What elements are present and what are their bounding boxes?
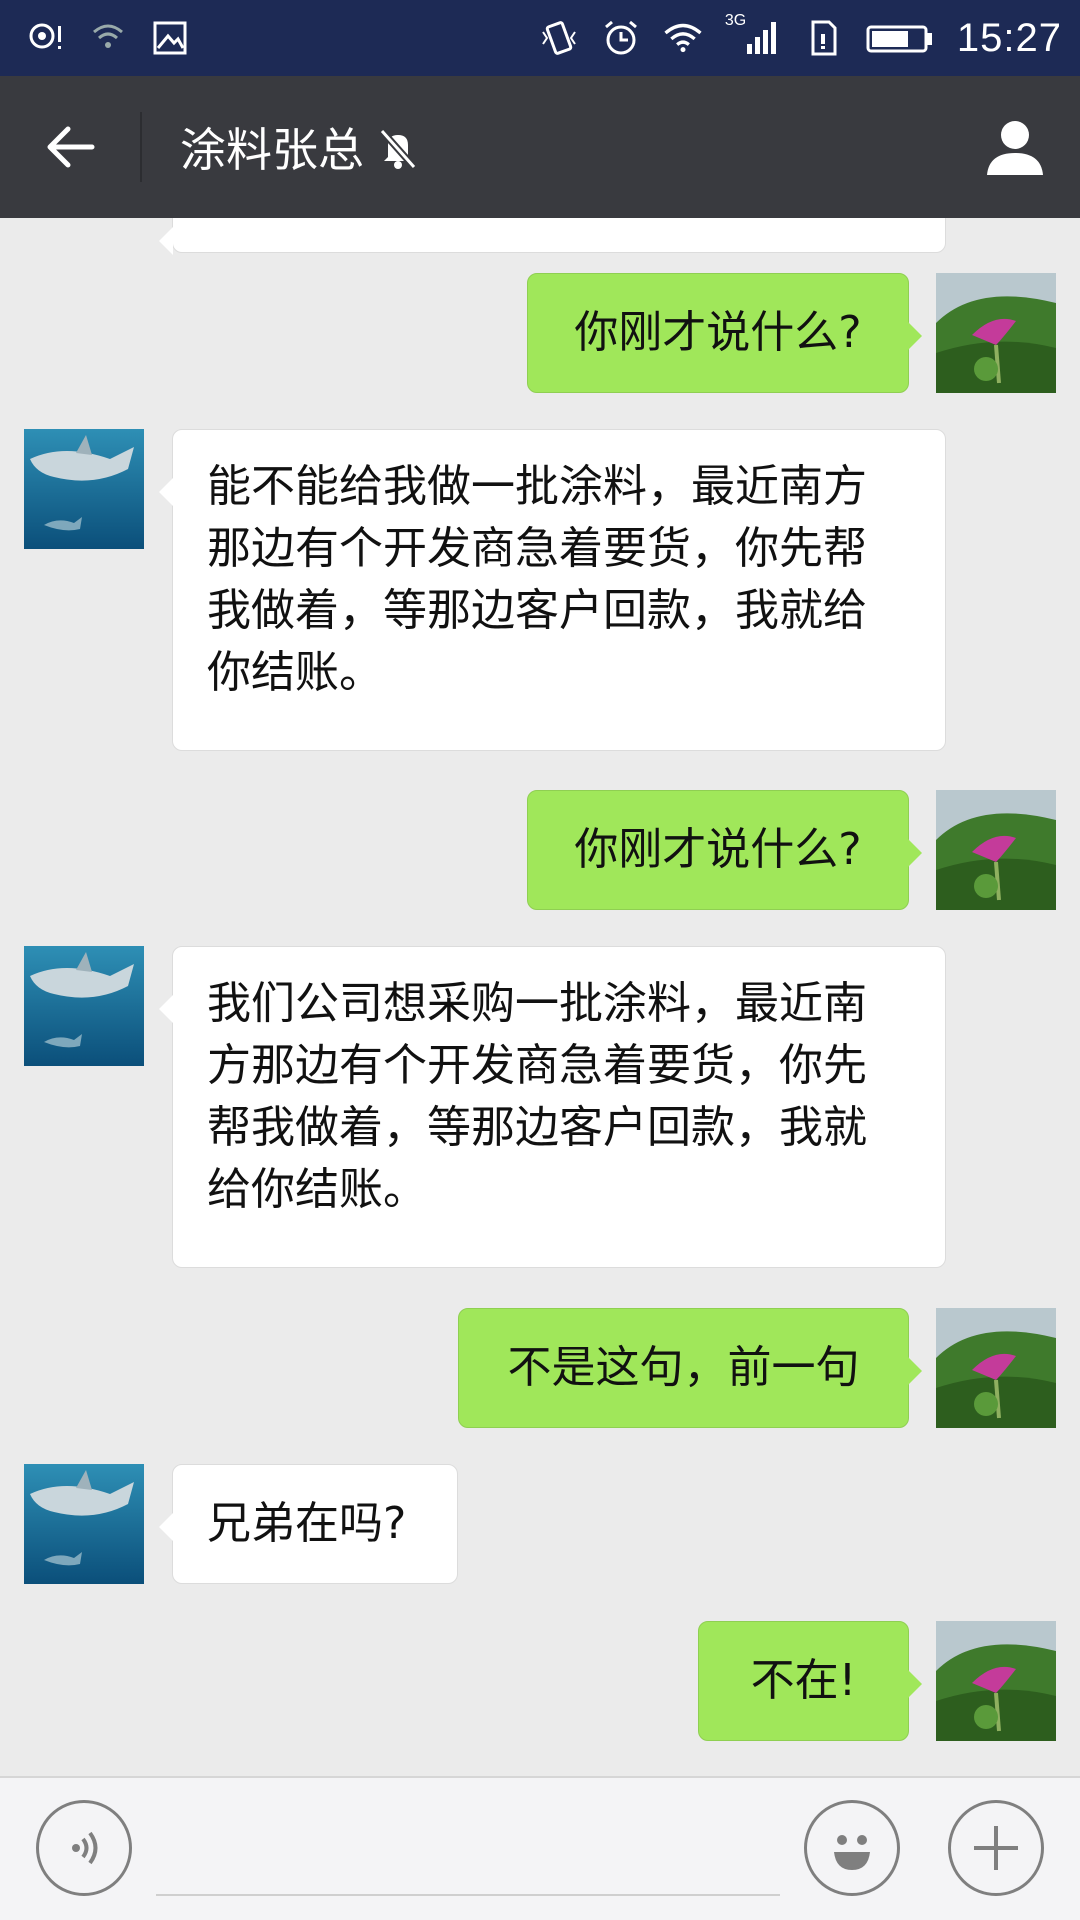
chat-title: 涂料张总 xyxy=(180,123,364,177)
contact-avatar[interactable] xyxy=(24,1464,144,1584)
my-avatar[interactable] xyxy=(936,1621,1056,1741)
clock: 15:27 xyxy=(956,15,1062,60)
message-line: 你结账。 xyxy=(207,647,383,698)
my-avatar[interactable] xyxy=(936,273,1056,393)
message-line: 我做着，等那边客户回款，我就给 xyxy=(207,585,867,636)
message-input[interactable] xyxy=(156,1806,780,1896)
contact-avatar[interactable] xyxy=(24,429,144,549)
message-line: 给你结账。 xyxy=(207,1164,427,1215)
voice-input-button[interactable] xyxy=(36,1800,132,1896)
image-icon xyxy=(150,18,190,58)
wifi-hotspot-icon xyxy=(88,18,128,58)
my-avatar[interactable] xyxy=(936,1308,1056,1428)
message-bubble-outgoing[interactable]: 你刚才说什么? xyxy=(527,790,922,910)
message-line: 我们公司想采购一批涂料，最近南 xyxy=(207,978,867,1029)
emoji-button[interactable] xyxy=(804,1800,900,1896)
more-options-button[interactable] xyxy=(948,1800,1044,1896)
header-divider xyxy=(140,112,142,182)
message-line: 帮我做着，等那边客户回款，我就 xyxy=(207,1102,867,1153)
my-avatar[interactable] xyxy=(936,790,1056,910)
message-bubble-incoming[interactable]: 我们公司想采购一批涂料，最近南 方那边有个开发商急着要货，你先 帮我做着，等那边… xyxy=(159,946,946,1268)
message-text: 你刚才说什么? xyxy=(574,307,862,358)
back-arrow-icon xyxy=(47,126,95,168)
message-line: 能不能给我做一批涂料，最近南方 xyxy=(207,461,867,512)
mute-bell-icon xyxy=(374,122,424,172)
signal-icon: 3G xyxy=(725,12,781,58)
location-alert-icon xyxy=(26,18,66,58)
message-bubble-outgoing[interactable]: 不是这句，前一句 xyxy=(458,1308,922,1428)
emoji-icon xyxy=(834,1835,870,1870)
message-bubble-partial[interactable] xyxy=(159,218,946,255)
input-bar xyxy=(0,1776,1080,1920)
chat-header: 涂料张总 xyxy=(0,76,1080,218)
profile-icon xyxy=(987,121,1043,175)
vibrate-icon xyxy=(539,18,579,58)
status-bar: 3G 15:27 xyxy=(0,0,1080,76)
message-text: 兄弟在吗? xyxy=(207,1498,407,1549)
message-text: 不在! xyxy=(750,1655,857,1706)
message-bubble-incoming[interactable]: 兄弟在吗? xyxy=(159,1464,458,1584)
message-list[interactable]: 你刚才说什么? 能不能给我做一批涂料，最近南方 那边有个开发商急着要货，你先帮 … xyxy=(0,218,1080,1776)
message-line: 方那边有个开发商急着要货，你先 xyxy=(207,1040,867,1091)
contact-avatar[interactable] xyxy=(24,946,144,1066)
wifi-icon xyxy=(663,18,703,58)
battery-icon xyxy=(865,18,935,58)
add-icon xyxy=(974,1826,1018,1870)
message-bubble-incoming[interactable]: 能不能给我做一批涂料，最近南方 那边有个开发商急着要货，你先帮 我做着，等那边客… xyxy=(159,429,946,751)
back-button[interactable] xyxy=(0,76,140,218)
message-line: 那边有个开发商急着要货，你先帮 xyxy=(207,523,867,574)
message-bubble-outgoing[interactable]: 你刚才说什么? xyxy=(527,273,922,393)
contact-profile-button[interactable] xyxy=(950,76,1080,218)
message-text: 不是这句，前一句 xyxy=(507,1342,860,1393)
network-type-label: 3G xyxy=(724,12,747,29)
sim-icon xyxy=(803,18,843,58)
voice-input-icon xyxy=(72,1831,98,1865)
message-text: 你刚才说什么? xyxy=(574,824,862,875)
message-bubble-outgoing[interactable]: 不在! xyxy=(698,1621,922,1741)
alarm-icon xyxy=(601,18,641,58)
